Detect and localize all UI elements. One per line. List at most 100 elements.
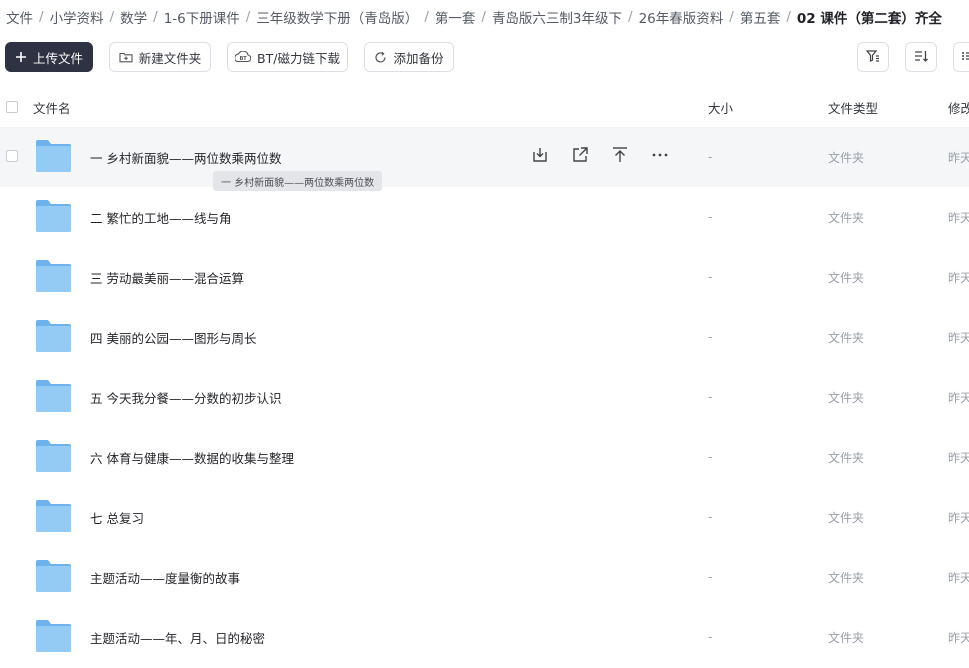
file-list: 一 乡村新面貌——两位数乘两位数 - 文件夹 昨天 二 繁忙的工地——线与角 -…: [0, 127, 969, 667]
column-header-type[interactable]: 文件类型: [828, 92, 878, 122]
folder-icon: [35, 619, 72, 657]
sort-icon: [913, 48, 929, 67]
file-modified: 昨天: [948, 630, 969, 645]
share-button[interactable]: [568, 145, 592, 169]
table-row[interactable]: 五 今天我分餐——分数的初步认识 - 文件夹 昨天: [0, 367, 969, 427]
file-size: -: [708, 330, 713, 344]
file-size: -: [708, 210, 713, 224]
file-name-tooltip: 一 乡村新面貌——两位数乘两位数: [213, 171, 383, 191]
breadcrumb-separator: /: [481, 9, 486, 25]
file-type: 文件夹: [828, 150, 865, 165]
file-name[interactable]: 四 美丽的公园——图形与周长: [90, 307, 256, 367]
file-size: -: [708, 270, 713, 284]
file-modified: 昨天: [948, 270, 969, 285]
file-size: -: [708, 390, 713, 404]
table-row[interactable]: 一 乡村新面貌——两位数乘两位数 - 文件夹 昨天: [0, 127, 969, 187]
new-folder-icon: [119, 51, 133, 63]
file-name[interactable]: 主题活动——年、月、日的秘密: [90, 607, 265, 667]
breadcrumb-item[interactable]: 26年春版资料: [639, 7, 724, 27]
file-type: 文件夹: [828, 270, 865, 285]
file-name[interactable]: 六 体育与健康——数据的收集与整理: [90, 427, 294, 487]
table-row[interactable]: 四 美丽的公园——图形与周长 - 文件夹 昨天: [0, 307, 969, 367]
file-name[interactable]: 七 总复习: [90, 487, 144, 547]
file-modified: 昨天: [948, 390, 969, 405]
file-size: -: [708, 450, 713, 464]
breadcrumb-separator: /: [153, 9, 158, 25]
file-size: -: [708, 510, 713, 524]
file-name[interactable]: 三 劳动最美丽——混合运算: [90, 247, 244, 307]
share-icon: [571, 146, 589, 168]
table-row[interactable]: 三 劳动最美丽——混合运算 - 文件夹 昨天: [0, 247, 969, 307]
download-icon: [531, 146, 549, 168]
more-button[interactable]: [648, 145, 672, 169]
table-row[interactable]: 二 繁忙的工地——线与角 - 文件夹 昨天: [0, 187, 969, 247]
breadcrumb-separator: /: [424, 9, 429, 25]
table-row[interactable]: 主题活动——度量衡的故事 - 文件夹 昨天: [0, 547, 969, 607]
breadcrumb: 文件 / 小学资料 / 数学 / 1-6下册课件 / 三年级数学下册（青岛版） …: [6, 6, 969, 28]
folder-icon: [35, 319, 72, 357]
upload-file-label: 上传文件: [32, 50, 83, 66]
bt-magnet-download-button[interactable]: BT BT/磁力链下载: [227, 42, 348, 72]
file-size: -: [708, 150, 713, 164]
breadcrumb-item[interactable]: 1-6下册课件: [164, 7, 240, 27]
add-backup-button[interactable]: 添加备份: [364, 42, 454, 72]
upload-to-top-icon: [611, 146, 629, 168]
add-backup-label: 添加备份: [393, 50, 444, 66]
refresh-icon: [374, 51, 387, 64]
move-to-top-button[interactable]: [608, 145, 632, 169]
plus-icon: [15, 51, 27, 63]
column-header-modified[interactable]: 修改: [948, 92, 969, 122]
breadcrumb-separator: /: [628, 9, 633, 25]
breadcrumb-separator: /: [786, 9, 791, 25]
file-size: -: [708, 630, 713, 644]
view-mode-button[interactable]: [953, 42, 969, 72]
file-type: 文件夹: [828, 450, 865, 465]
table-row[interactable]: 六 体育与健康——数据的收集与整理 - 文件夹 昨天: [0, 427, 969, 487]
breadcrumb-item[interactable]: 第五套: [740, 7, 781, 27]
file-modified: 昨天: [948, 510, 969, 525]
folder-icon: [35, 199, 72, 237]
file-name[interactable]: 五 今天我分餐——分数的初步认识: [90, 367, 281, 427]
folder-icon: [35, 499, 72, 537]
breadcrumb-item[interactable]: 文件: [6, 7, 33, 27]
sort-button[interactable]: [905, 42, 937, 72]
breadcrumb-item[interactable]: 第一套: [435, 7, 476, 27]
file-type: 文件夹: [828, 570, 865, 585]
file-type: 文件夹: [828, 210, 865, 225]
breadcrumb-item[interactable]: 小学资料: [50, 7, 104, 27]
svg-text:BT: BT: [240, 56, 248, 62]
table-header: 文件名 大小 文件类型 修改: [0, 92, 969, 122]
bt-icon: BT: [235, 50, 252, 64]
breadcrumb-current: 02 课件（第二套）齐全: [796, 11, 942, 27]
filter-button[interactable]: [857, 42, 889, 72]
table-row[interactable]: 七 总复习 - 文件夹 昨天: [0, 487, 969, 547]
folder-icon: [35, 139, 72, 177]
file-type: 文件夹: [828, 510, 865, 525]
more-icon: [651, 146, 669, 168]
download-button[interactable]: [528, 145, 552, 169]
column-header-size[interactable]: 大小: [708, 92, 733, 122]
bt-magnet-download-label: BT/磁力链下载: [257, 50, 340, 66]
breadcrumb-item[interactable]: 数学: [120, 7, 147, 27]
row-checkbox[interactable]: [6, 150, 18, 162]
file-name[interactable]: 主题活动——度量衡的故事: [90, 547, 240, 607]
file-modified: 昨天: [948, 570, 969, 585]
breadcrumb-separator: /: [245, 9, 251, 25]
table-row[interactable]: 主题活动——年、月、日的秘密 - 文件夹 昨天: [0, 607, 969, 667]
breadcrumb-item[interactable]: 三年级数学下册（青岛版）: [256, 7, 418, 27]
select-all-checkbox-wrap[interactable]: [6, 92, 18, 122]
column-header-name[interactable]: 文件名: [33, 92, 71, 122]
folder-icon: [35, 379, 72, 417]
file-type: 文件夹: [828, 330, 865, 345]
file-name[interactable]: 二 繁忙的工地——线与角: [90, 187, 231, 247]
select-all-checkbox[interactable]: [6, 101, 18, 113]
folder-icon: [35, 259, 72, 297]
folder-icon: [35, 439, 72, 477]
new-folder-button[interactable]: 新建文件夹: [109, 42, 211, 72]
upload-file-button[interactable]: 上传文件: [5, 42, 93, 72]
filter-icon: [865, 48, 881, 67]
file-modified: 昨天: [948, 450, 969, 465]
breadcrumb-item[interactable]: 青岛版六三制3年级下: [492, 7, 622, 27]
file-type: 文件夹: [828, 390, 865, 405]
row-actions: [528, 142, 688, 172]
